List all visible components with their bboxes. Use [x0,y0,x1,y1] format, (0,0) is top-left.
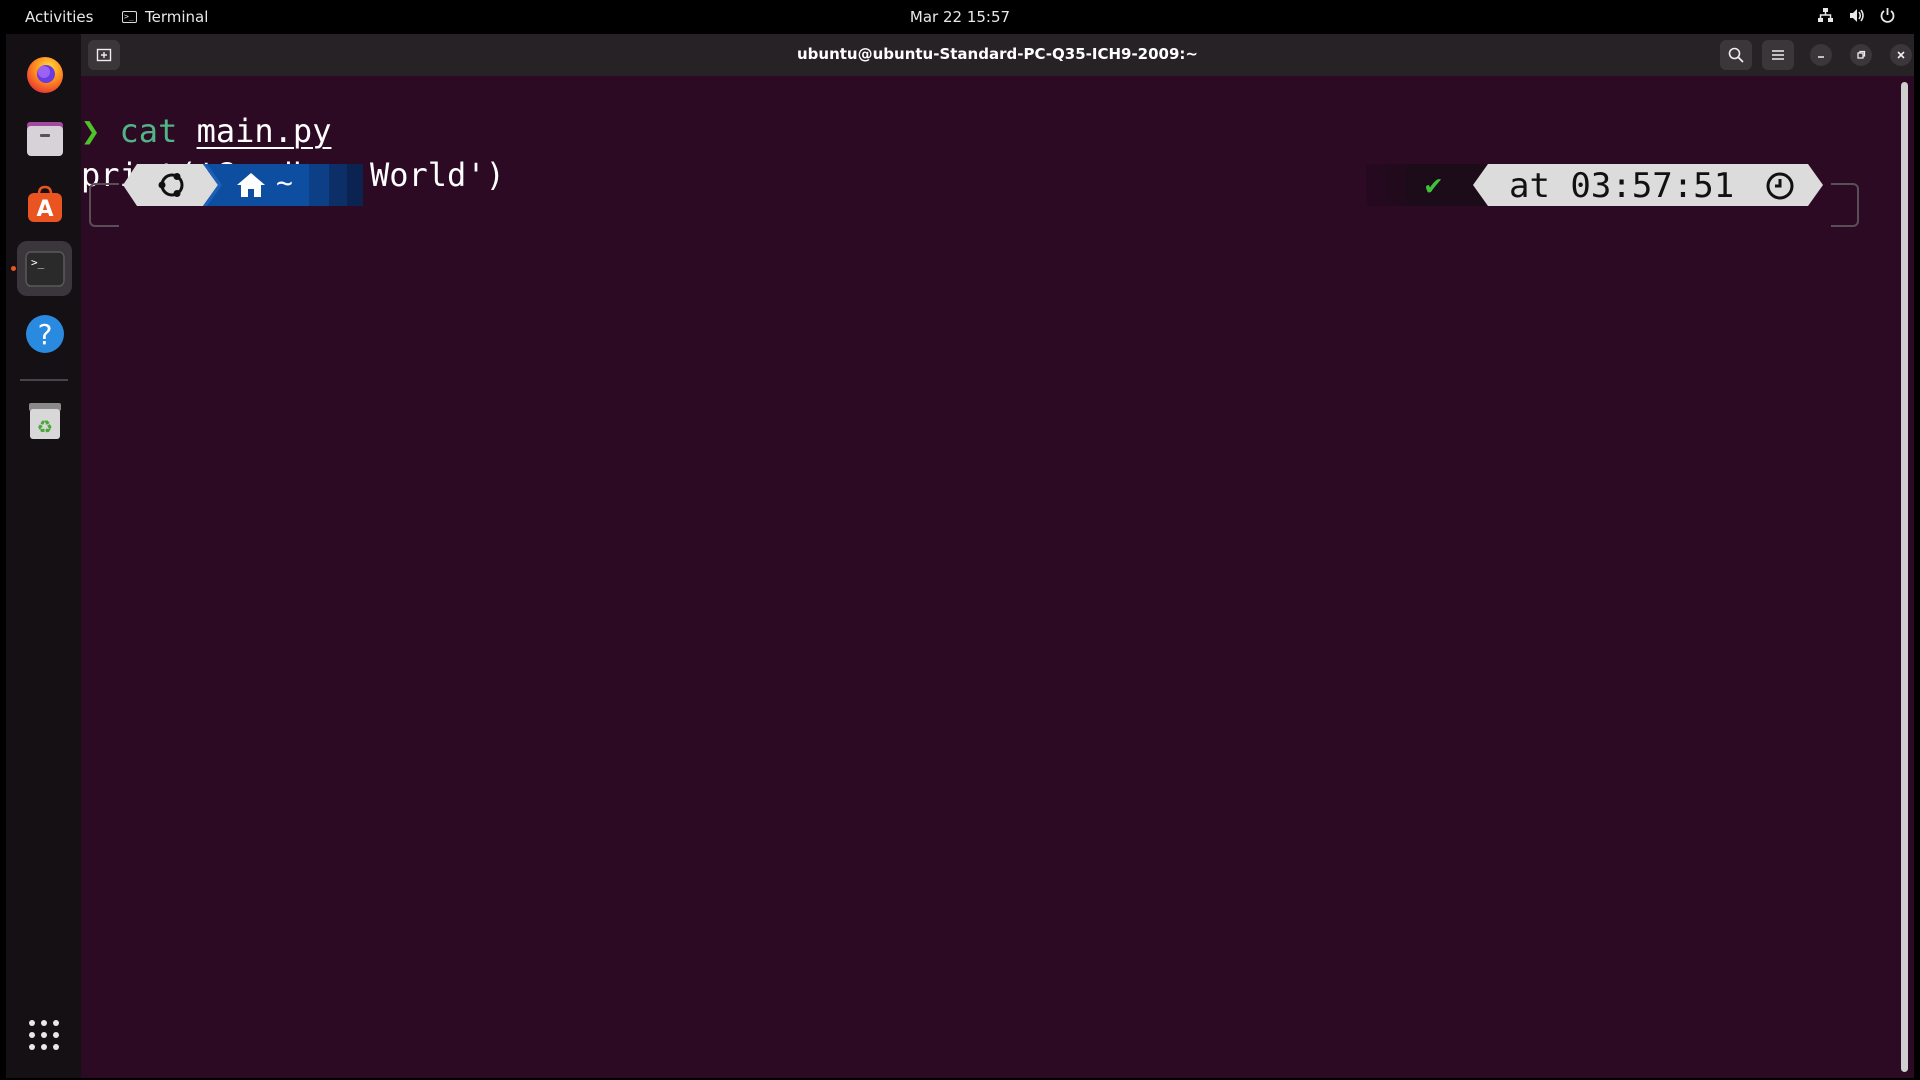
system-tray[interactable] [1817,7,1896,24]
search-button[interactable] [1720,40,1752,70]
menu-button[interactable] [1762,40,1794,70]
dock-item-files[interactable] [17,111,72,166]
dock-item-help[interactable]: ? [17,306,72,361]
window-title: ubuntu@ubuntu-Standard-PC-Q35-ICH9-2009:… [796,45,1198,63]
status-ok-icon: ✔ [1425,168,1442,201]
current-directory: ~ [276,166,293,199]
new-tab-icon [96,48,112,62]
dock-separator [20,379,68,381]
dock-item-terminal[interactable]: >_ [17,241,72,296]
command-line: ❯ cat main.py [81,112,331,150]
close-icon [1897,51,1905,59]
scrollbar[interactable] [1901,82,1908,1072]
ubuntu-logo-icon [158,173,184,197]
desktop: Activities >_ Terminal Mar 22 15:57 A >_… [0,0,1920,1080]
firefox-icon [27,57,63,93]
minimize-icon [1818,56,1824,58]
terminal-content[interactable]: ❯ cat main.py print('Goodbye World') [81,76,1914,1078]
app-center-icon: A [28,185,62,222]
clock[interactable]: Mar 22 15:57 [910,8,1010,26]
dock-item-app-center[interactable]: A [17,176,72,231]
prompt-frame-right [1831,183,1859,227]
power-icon[interactable] [1879,7,1896,24]
activities-button[interactable]: Activities [25,8,93,26]
network-icon[interactable] [1817,7,1834,24]
prompt-frame-left [89,183,119,227]
new-tab-button[interactable] [88,40,120,70]
app-menu[interactable]: >_ Terminal [122,8,208,26]
terminal-icon: >_ [25,251,65,287]
restore-icon [1857,50,1866,59]
window-titlebar[interactable]: ubuntu@ubuntu-Standard-PC-Q35-ICH9-2009:… [81,34,1914,76]
clock-icon [1766,172,1794,200]
app-menu-label: Terminal [145,8,209,26]
close-button[interactable] [1890,44,1912,66]
svg-text:♻: ♻ [37,417,53,438]
running-indicator [11,266,16,271]
hamburger-icon [1772,50,1784,60]
search-icon [1728,47,1744,63]
svg-text:>_: >_ [31,256,45,269]
svg-text:A: A [36,197,53,222]
help-icon: ? [26,315,64,353]
files-icon [27,122,63,156]
svg-text:?: ? [38,318,53,351]
prompt-time: at 03:57:51 [1509,166,1735,206]
show-apps-icon[interactable] [27,1018,61,1052]
home-icon [237,173,265,197]
minimize-button[interactable] [1810,44,1832,66]
top-bar: Activities >_ Terminal Mar 22 15:57 [6,0,1914,34]
dock-item-trash[interactable]: ♻ [17,393,72,448]
volume-icon[interactable] [1848,7,1865,24]
trash-icon: ♻ [29,403,61,439]
prompt-arrow: ❯ [81,112,101,150]
command-argument: main.py [196,112,332,150]
terminal-window[interactable]: ubuntu@ubuntu-Standard-PC-Q35-ICH9-2009:… [81,34,1914,1078]
command-name: cat [119,112,178,150]
dock: A >_ ? ♻ [6,34,81,1078]
dock-item-firefox[interactable] [17,46,72,101]
terminal-small-icon: >_ [122,11,137,23]
restore-button[interactable] [1850,44,1872,66]
